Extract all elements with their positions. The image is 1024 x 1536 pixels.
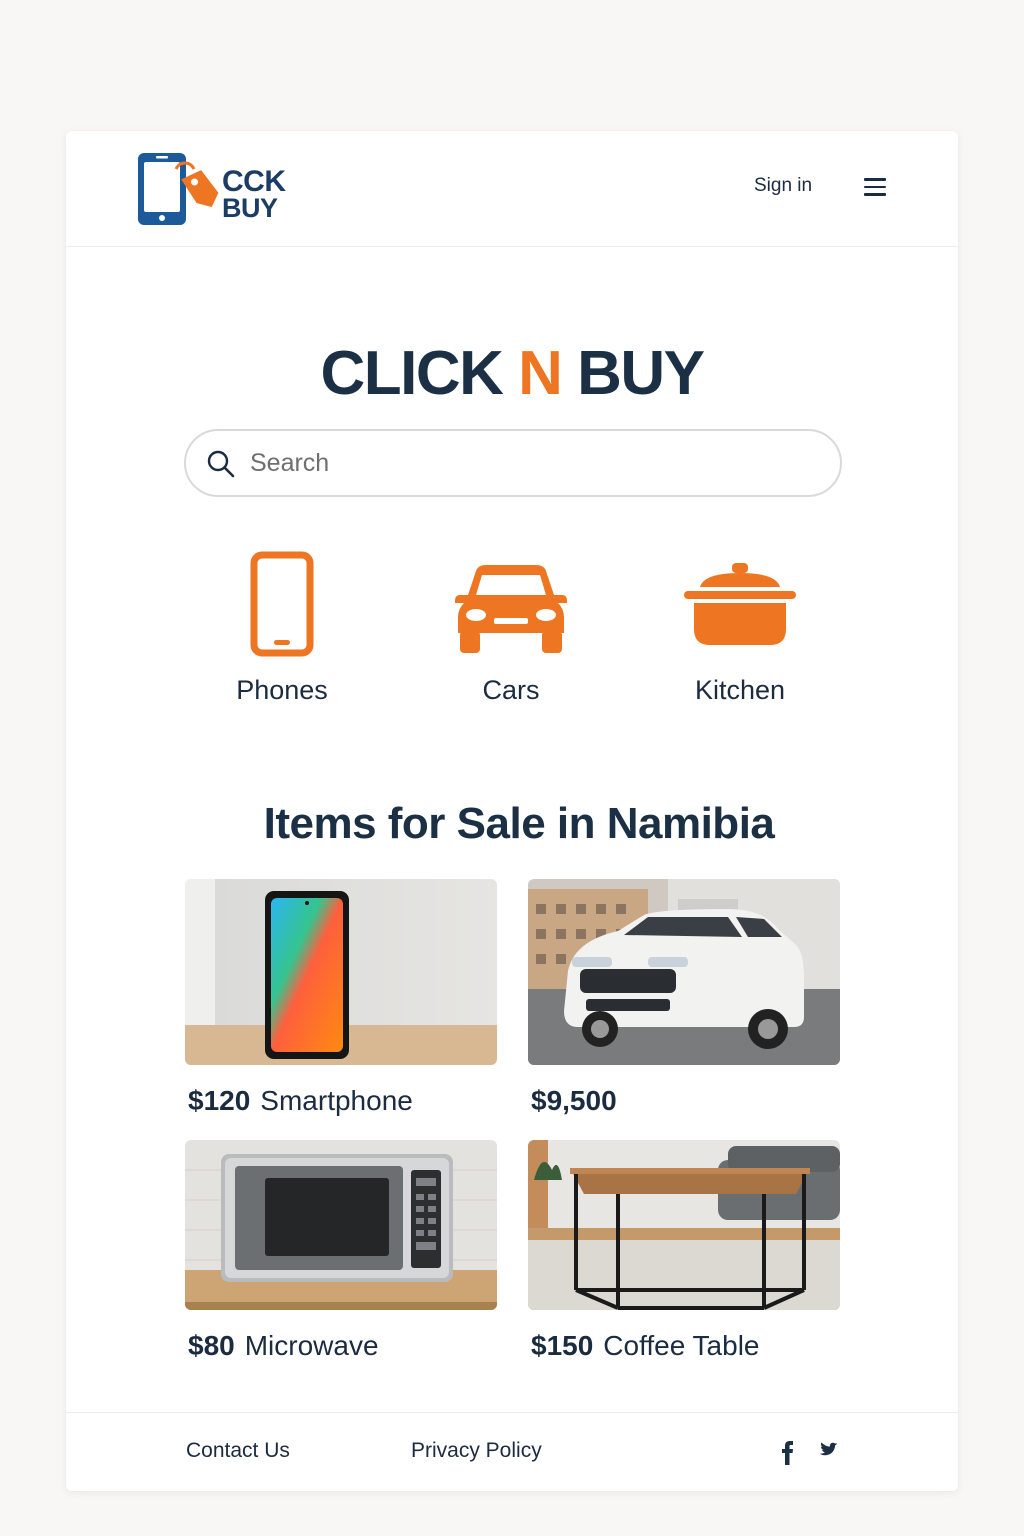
listing-price: $120	[188, 1085, 251, 1116]
contact-us-link[interactable]: Contact Us	[186, 1439, 290, 1463]
hamburger-menu-icon[interactable]	[862, 175, 888, 197]
privacy-policy-link[interactable]: Privacy Policy	[411, 1439, 542, 1463]
twitter-icon[interactable]	[816, 1441, 838, 1461]
smartphone-photo	[185, 879, 497, 1065]
car-icon	[455, 565, 567, 653]
page-title: CLICK N BUY	[66, 343, 958, 405]
logo-phone-tag-icon	[138, 153, 219, 225]
listing-item-coffee-table[interactable]: $150 Coffee Table	[528, 1140, 840, 1362]
listing-item-smartphone[interactable]: $120 Smartphone	[185, 879, 497, 1117]
search-bar[interactable]	[184, 429, 842, 497]
category-label-kitchen: Kitchen	[694, 675, 786, 705]
category-label-cars: Cars	[482, 675, 540, 705]
listing-name: Coffee Table	[603, 1330, 760, 1361]
search-input[interactable]	[250, 441, 810, 485]
title-part2: BUY	[561, 339, 705, 408]
category-kitchen[interactable]: Kitchen	[650, 551, 830, 706]
coffee-table-photo	[528, 1140, 840, 1310]
category-phones[interactable]: Phones	[192, 551, 372, 706]
logo-text-line2: BUY	[222, 193, 278, 223]
facebook-icon[interactable]	[780, 1441, 796, 1465]
pot-icon	[684, 563, 796, 645]
signin-link[interactable]: Sign in	[754, 175, 812, 197]
car-photo	[528, 879, 840, 1065]
listing-item-car[interactable]: $9,500	[528, 879, 840, 1117]
listing-name: Smartphone	[260, 1085, 413, 1116]
site-logo[interactable]: CCK BUY	[136, 151, 296, 229]
site-header: CCK BUY Sign in	[66, 131, 958, 247]
title-part1: CLICK	[320, 339, 519, 408]
category-cars[interactable]: Cars	[421, 551, 601, 706]
site-footer: Contact Us Privacy Policy	[66, 1412, 958, 1491]
phone-icon	[250, 551, 314, 657]
page-card: CCK BUY Sign in CLICK N BUY Phones	[66, 131, 958, 1491]
listing-price: $150	[531, 1330, 594, 1361]
title-accent: N	[518, 339, 563, 408]
listing-name: Microwave	[244, 1330, 379, 1361]
microwave-photo	[185, 1140, 497, 1310]
listing-price: $80	[188, 1330, 235, 1361]
category-label-phones: Phones	[236, 675, 328, 705]
search-icon	[207, 450, 235, 478]
listing-item-microwave[interactable]: $80 Microwave	[185, 1140, 497, 1362]
listing-price: $9,500	[531, 1085, 617, 1116]
section-title: Items for Sale in Namibia	[263, 799, 775, 848]
